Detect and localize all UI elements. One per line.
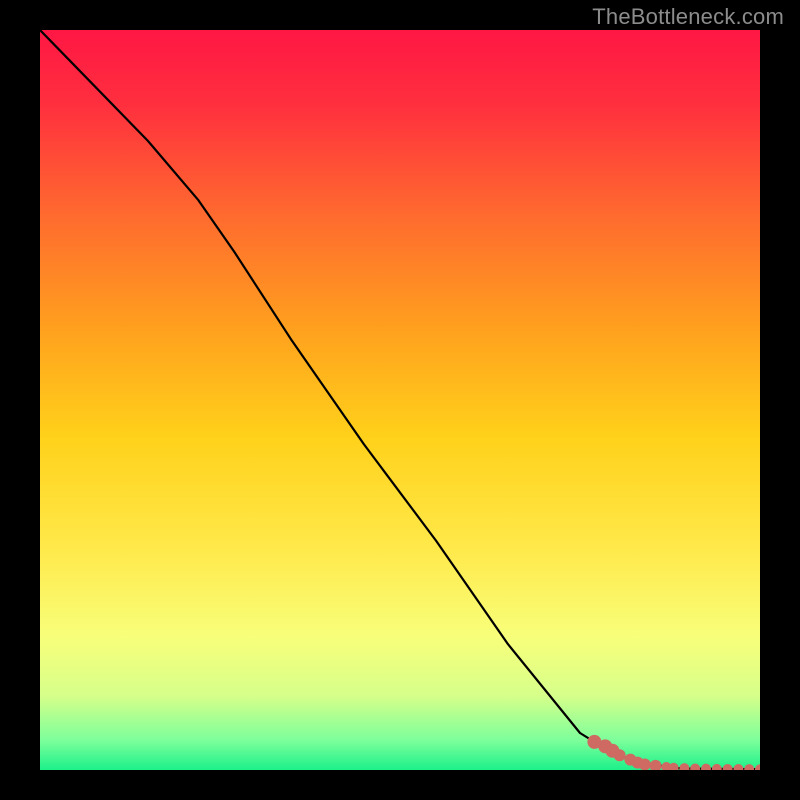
data-marker bbox=[614, 749, 626, 761]
chart-svg bbox=[40, 30, 760, 770]
plot-area bbox=[40, 30, 760, 770]
chart-frame: TheBottleneck.com bbox=[0, 0, 800, 800]
data-marker bbox=[639, 758, 651, 770]
attribution-text: TheBottleneck.com bbox=[592, 4, 784, 30]
